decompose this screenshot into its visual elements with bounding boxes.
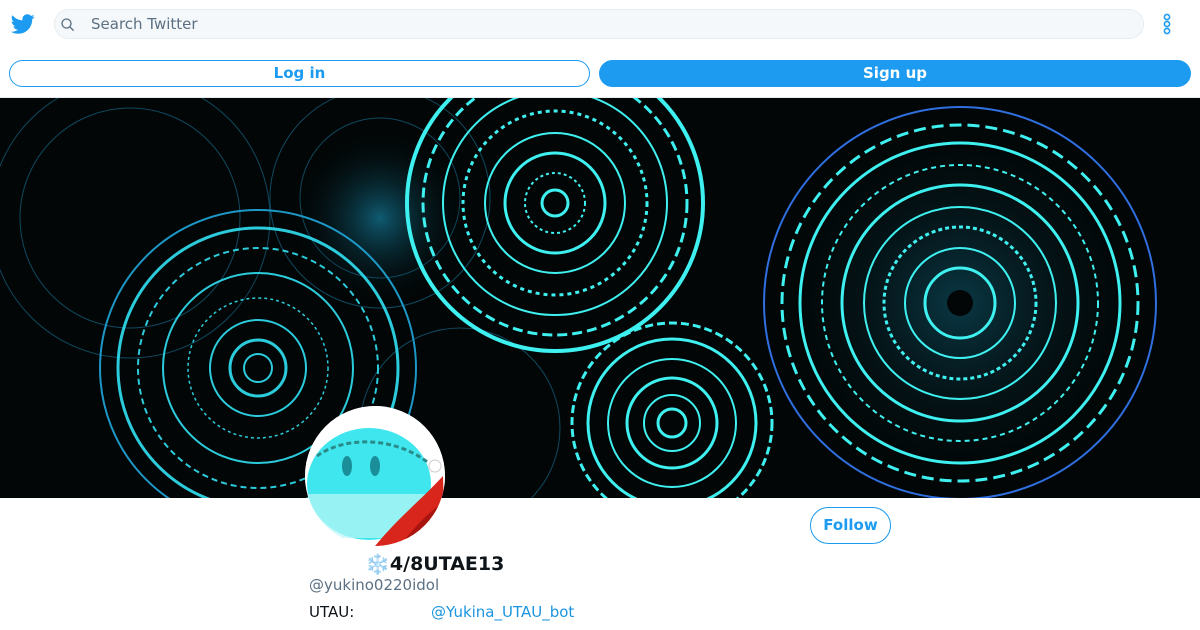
- profile-banner[interactable]: [0, 98, 1200, 498]
- twitter-bird-icon[interactable]: [10, 12, 36, 36]
- more-vertical-icon[interactable]: [1156, 12, 1178, 36]
- search-box[interactable]: [54, 9, 1144, 39]
- login-button[interactable]: Log in: [9, 60, 590, 87]
- search-input[interactable]: [91, 10, 1131, 38]
- profile-handle: @yukino0220idol: [309, 576, 440, 594]
- follow-button[interactable]: Follow: [810, 507, 891, 544]
- banner-mandala-art: [0, 98, 1200, 498]
- signup-button[interactable]: Sign up: [599, 60, 1191, 87]
- snowflake-emoji: ❄️: [365, 552, 390, 576]
- profile-avatar[interactable]: [305, 406, 445, 546]
- top-bar: [0, 0, 1200, 48]
- avatar-image: [305, 406, 445, 546]
- profile-name-row: ❄️ 4/8UTAE13: [365, 551, 504, 577]
- bio-label: UTAU:: [309, 603, 355, 621]
- bio-mention-link[interactable]: @Yukina_UTAU_bot: [431, 602, 574, 622]
- search-icon: [61, 18, 74, 31]
- display-name: 4/8UTAE13: [389, 553, 505, 575]
